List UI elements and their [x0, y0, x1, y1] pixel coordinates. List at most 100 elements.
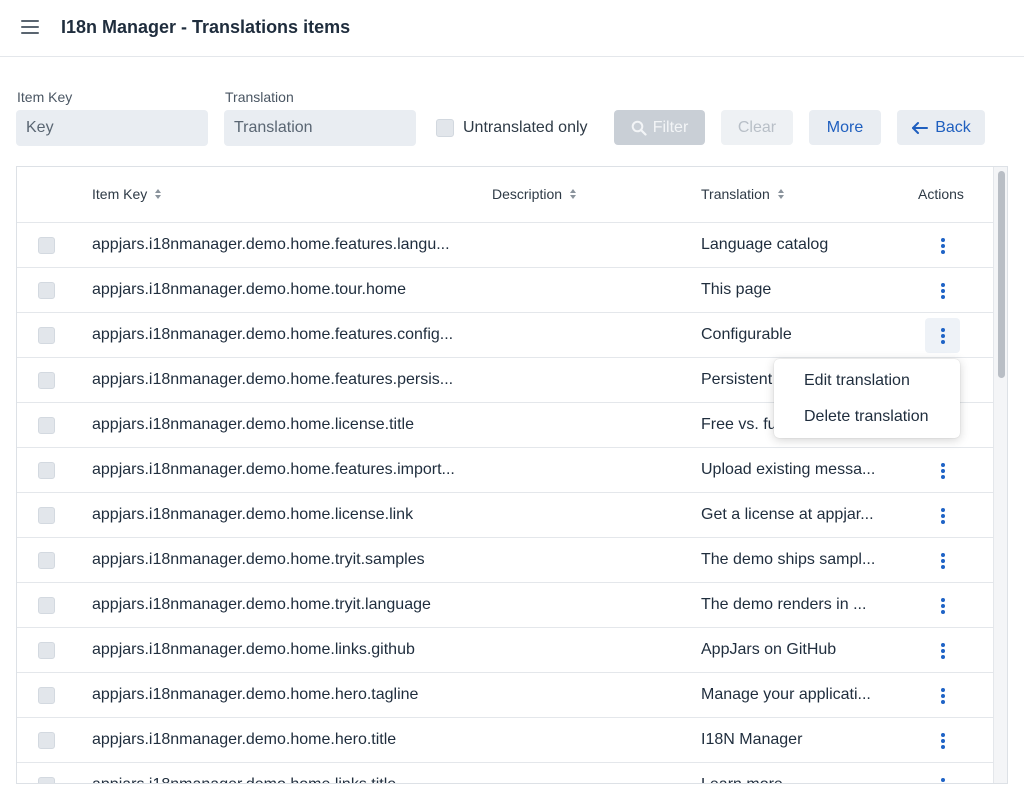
row-select-checkbox[interactable] — [38, 552, 55, 569]
table-row[interactable]: appjars.i18nmanager.demo.home.hero.tagli… — [17, 673, 993, 718]
item-key-cell: appjars.i18nmanager.demo.home.license.ti… — [92, 416, 414, 433]
column-header-item-key-label: Item Key — [92, 186, 148, 202]
delete-translation-menu-item[interactable]: Delete translation — [804, 408, 929, 426]
row-select-checkbox[interactable] — [38, 327, 55, 344]
clear-button[interactable]: Clear — [721, 110, 793, 145]
untranslated-only-checkbox[interactable] — [436, 119, 454, 137]
row-actions-kebab-icon[interactable] — [925, 543, 960, 578]
clear-button-label: Clear — [737, 118, 777, 136]
row-actions-kebab-icon[interactable] — [925, 273, 960, 308]
table-row[interactable]: appjars.i18nmanager.demo.home.links.titl… — [17, 763, 993, 783]
translation-cell: Learn more — [701, 776, 783, 783]
item-key-cell: appjars.i18nmanager.demo.home.tryit.lang… — [92, 596, 431, 613]
item-key-cell: appjars.i18nmanager.demo.home.tryit.samp… — [92, 551, 425, 568]
row-select-checkbox[interactable] — [38, 462, 55, 479]
column-header-translation[interactable]: Translation — [701, 186, 784, 202]
item-key-cell: appjars.i18nmanager.demo.home.features.c… — [92, 326, 454, 343]
row-select-checkbox[interactable] — [38, 687, 55, 704]
row-actions-kebab-icon[interactable] — [925, 228, 960, 263]
search-icon — [631, 120, 647, 136]
filter-button[interactable]: Filter — [614, 110, 705, 145]
item-key-cell: appjars.i18nmanager.demo.home.features.l… — [92, 236, 450, 253]
column-header-actions: Actions — [918, 186, 964, 202]
item-key-cell: appjars.i18nmanager.demo.home.tour.home — [92, 281, 406, 298]
filter-bar: Item Key Translation Untranslated only F… — [0, 57, 1024, 167]
table-row[interactable]: appjars.i18nmanager.demo.home.tryit.samp… — [17, 538, 993, 583]
table-row[interactable]: appjars.i18nmanager.demo.home.hero.title… — [17, 718, 993, 763]
sort-icon[interactable] — [155, 189, 162, 199]
filter-button-label: Filter — [652, 118, 689, 136]
row-actions-kebab-icon[interactable] — [925, 498, 960, 533]
row-actions-kebab-icon[interactable] — [925, 318, 960, 353]
back-button[interactable]: Back — [897, 110, 985, 145]
column-header-item-key[interactable]: Item Key — [92, 186, 162, 202]
hamburger-menu-icon[interactable] — [21, 20, 39, 35]
item-key-cell: appjars.i18nmanager.demo.home.links.titl… — [92, 776, 396, 783]
table-row[interactable]: appjars.i18nmanager.demo.home.features.c… — [17, 313, 993, 358]
translation-cell: AppJars on GitHub — [701, 641, 837, 658]
untranslated-only-toggle[interactable]: Untranslated only — [436, 119, 588, 137]
untranslated-only-label: Untranslated only — [463, 119, 588, 136]
translation-cell: Language catalog — [701, 236, 829, 253]
column-header-translation-label: Translation — [701, 186, 770, 202]
table-row[interactable]: appjars.i18nmanager.demo.home.license.li… — [17, 493, 993, 538]
more-button[interactable]: More — [809, 110, 881, 145]
translations-grid: Item Key Description Translation Actions… — [16, 166, 1008, 784]
vertical-scrollbar[interactable] — [993, 167, 1007, 783]
translation-cell: The demo ships sampl... — [701, 551, 876, 568]
translation-cell: Configurable — [701, 326, 792, 343]
arrow-left-icon — [911, 121, 929, 135]
row-actions-kebab-icon[interactable] — [925, 588, 960, 623]
item-key-cell: appjars.i18nmanager.demo.home.license.li… — [92, 506, 414, 523]
page-title: I18n Manager - Translations items — [61, 17, 351, 37]
translation-cell: Get a license at appjar... — [701, 506, 874, 523]
row-select-checkbox[interactable] — [38, 732, 55, 749]
item-key-cell: appjars.i18nmanager.demo.home.features.p… — [92, 371, 454, 388]
translation-cell: This page — [701, 281, 772, 298]
table-row[interactable]: appjars.i18nmanager.demo.home.tour.home T… — [17, 268, 993, 313]
row-actions-kebab-icon[interactable] — [925, 453, 960, 488]
row-select-checkbox[interactable] — [38, 777, 55, 783]
table-row[interactable]: appjars.i18nmanager.demo.home.features.i… — [17, 448, 993, 493]
item-key-input[interactable] — [16, 110, 208, 146]
table-row[interactable]: appjars.i18nmanager.demo.home.links.gith… — [17, 628, 993, 673]
translation-cell: Upload existing messa... — [701, 461, 876, 478]
row-select-checkbox[interactable] — [38, 597, 55, 614]
back-button-label: Back — [935, 118, 971, 136]
row-actions-kebab-icon[interactable] — [925, 723, 960, 758]
row-select-checkbox[interactable] — [38, 372, 55, 389]
item-key-cell: appjars.i18nmanager.demo.home.hero.title — [92, 731, 397, 748]
item-key-cell: appjars.i18nmanager.demo.home.links.gith… — [92, 641, 415, 658]
column-header-description-label: Description — [492, 186, 563, 202]
row-select-checkbox[interactable] — [38, 417, 55, 434]
edit-translation-menu-item[interactable]: Edit translation — [804, 372, 910, 390]
row-select-checkbox[interactable] — [38, 507, 55, 524]
column-header-description[interactable]: Description — [492, 186, 577, 202]
row-actions-kebab-icon[interactable] — [925, 633, 960, 668]
translation-cell: Persistent — [701, 371, 773, 388]
row-select-checkbox[interactable] — [38, 282, 55, 299]
sort-icon[interactable] — [570, 189, 577, 199]
grid-header: Item Key Description Translation Actions — [17, 167, 993, 223]
translation-cell: Free vs. fu — [701, 416, 777, 433]
translation-label: Translation — [225, 89, 294, 105]
table-row[interactable]: appjars.i18nmanager.demo.home.features.l… — [17, 223, 993, 268]
item-key-cell: appjars.i18nmanager.demo.home.features.i… — [92, 461, 455, 478]
translation-cell: I18N Manager — [701, 731, 803, 748]
more-button-label: More — [826, 118, 864, 136]
row-actions-kebab-icon[interactable] — [925, 768, 960, 783]
sort-icon[interactable] — [777, 189, 784, 199]
grid-body: appjars.i18nmanager.demo.home.features.l… — [17, 223, 993, 783]
row-select-checkbox[interactable] — [38, 237, 55, 254]
top-bar: I18n Manager - Translations items — [0, 0, 1024, 57]
row-select-checkbox[interactable] — [38, 642, 55, 659]
column-header-actions-label: Actions — [918, 186, 964, 202]
translation-cell: Manage your applicati... — [701, 686, 871, 703]
row-actions-kebab-icon[interactable] — [925, 678, 960, 713]
translation-input[interactable] — [224, 110, 416, 146]
item-key-label: Item Key — [17, 89, 73, 105]
table-row[interactable]: appjars.i18nmanager.demo.home.tryit.lang… — [17, 583, 993, 628]
translation-cell: The demo renders in ... — [701, 596, 867, 613]
scrollbar-thumb[interactable] — [998, 171, 1005, 378]
row-actions-menu: Edit translation Delete translation — [774, 359, 960, 438]
